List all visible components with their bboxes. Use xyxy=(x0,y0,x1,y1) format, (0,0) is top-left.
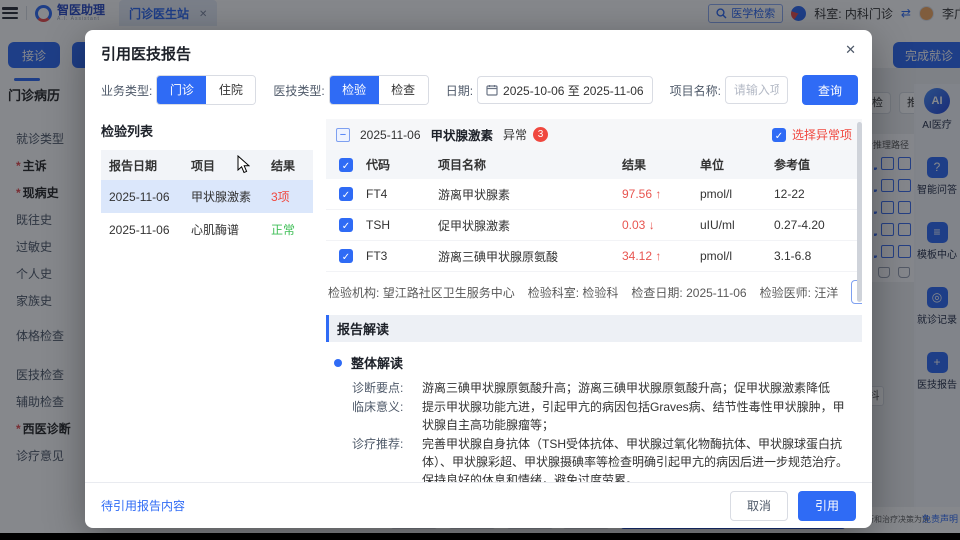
abnormal-value: 0.03 ↓ xyxy=(622,218,700,232)
test-list-panel: 检验列表 报告日期 项目 结果 2025-11-06 甲状腺激素 3项 2025… xyxy=(101,119,313,482)
query-button[interactable]: 查询 xyxy=(802,75,858,105)
pending-report-link[interactable]: 待引用报告内容 xyxy=(101,497,185,514)
row-checkbox[interactable] xyxy=(339,249,353,263)
abnormal-value: 97.56 ↑ xyxy=(622,187,700,201)
abnormal-value: 34.12 ↑ xyxy=(622,249,700,263)
row-checkbox[interactable] xyxy=(339,187,353,201)
business-type-label: 业务类型: xyxy=(101,82,152,99)
dialog-footer: 待引用报告内容 取消 引用 xyxy=(85,482,872,528)
calendar-icon xyxy=(486,84,498,96)
close-icon[interactable] xyxy=(845,42,856,58)
date-range-value: 2025-10-06 至 2025-11-06 xyxy=(503,82,644,99)
select-abnormal-label: 选择异常项 xyxy=(792,126,852,143)
interpretation-section-title: 报告解读 xyxy=(326,315,862,342)
result-table-header: 代码 项目名称 结果 单位 参考值 xyxy=(326,150,862,179)
cancel-button[interactable]: 取消 xyxy=(730,491,788,521)
abnormal-count-badge: 3 xyxy=(533,127,548,142)
collapse-icon[interactable]: − xyxy=(336,128,350,142)
report-date: 2025-11-06 xyxy=(360,128,421,142)
result-row-ft3[interactable]: FT3 游离三碘甲状腺原氨酸 34.12 ↑ pmol/l 3.1-6.8 xyxy=(326,241,862,272)
option-lab-test[interactable]: 检验 xyxy=(330,76,379,104)
project-name-label: 项目名称: xyxy=(670,82,721,99)
report-detail-panel: − 2025-11-06 甲状腺激素 异常 3 选择异常项 代码 项目名称 结果… xyxy=(326,119,862,482)
dialog-title: 引用医技报告 xyxy=(101,46,191,63)
select-all-checkbox[interactable] xyxy=(339,158,353,172)
test-list-row-cardiac-enzymes[interactable]: 2025-11-06 心肌酶谱 正常 xyxy=(101,213,313,246)
date-range-picker[interactable]: 2025-10-06 至 2025-11-06 xyxy=(477,76,653,104)
mouse-cursor xyxy=(237,155,250,174)
date-label: 日期: xyxy=(446,82,473,99)
option-outpatient[interactable]: 门诊 xyxy=(157,76,206,104)
option-exam[interactable]: 检查 xyxy=(379,76,428,104)
test-list-row-thyroid[interactable]: 2025-11-06 甲状腺激素 3项 xyxy=(101,180,313,213)
report-name: 甲状腺激素 xyxy=(431,125,494,144)
filter-bar: 业务类型: 门诊 住院 医技类型: 检验 检查 日期: 2025-10-06 至… xyxy=(85,73,872,117)
row-checkbox[interactable] xyxy=(339,218,353,232)
tech-type-label: 医技类型: xyxy=(273,82,324,99)
overall-clinical-significance: 临床意义: 提示甲状腺功能亢进，引起甲亢的病因包括Graves病、结节性毒性甲状… xyxy=(326,398,862,434)
result-row-tsh[interactable]: TSH 促甲状腺激素 0.03 ↓ uIU/ml 0.27-4.20 xyxy=(326,210,862,241)
overall-interpretation-header: 整体解读 xyxy=(334,353,862,372)
report-meta: 检验机构: 望江路社区卫生服务中心 检验科室: 检验科 检查日期: 2025-1… xyxy=(326,272,862,311)
option-inpatient[interactable]: 住院 xyxy=(206,76,255,104)
result-badge: 正常 xyxy=(271,221,313,238)
abnormal-label: 异常 xyxy=(503,126,527,143)
test-list-header: 报告日期 项目 结果 xyxy=(101,150,313,180)
business-type-segment: 门诊 住院 xyxy=(156,75,256,105)
scrollbar[interactable] xyxy=(857,122,862,302)
overall-treatment-recommendation: 诊疗推荐: 完善甲状腺自身抗体（TSH受体抗体、甲状腺过氧化物酶抗体、甲状腺球蛋… xyxy=(326,435,862,482)
letterbox-bar xyxy=(0,533,960,540)
report-group-header: − 2025-11-06 甲状腺激素 异常 3 选择异常项 xyxy=(326,119,862,150)
test-list-title: 检验列表 xyxy=(101,121,313,140)
bullet-icon xyxy=(334,359,342,367)
result-badge: 3项 xyxy=(271,188,313,205)
cite-button[interactable]: 引用 xyxy=(798,491,856,521)
reference-medtech-report-dialog: 引用医技报告 业务类型: 门诊 住院 医技类型: 检验 检查 日期: 2025-… xyxy=(85,30,872,528)
project-name-input[interactable] xyxy=(725,76,788,104)
select-abnormal-checkbox[interactable] xyxy=(772,128,786,142)
tech-type-segment: 检验 检查 xyxy=(329,75,429,105)
result-row-ft4[interactable]: FT4 游离甲状腺素 97.56 ↑ pmol/l 12-22 xyxy=(326,179,862,210)
overall-diagnosis-points: 诊断要点: 游离三碘甲状腺原氨酸升高；游离三碘甲状腺原氨酸升高；促甲状腺激素降低 xyxy=(326,379,862,397)
